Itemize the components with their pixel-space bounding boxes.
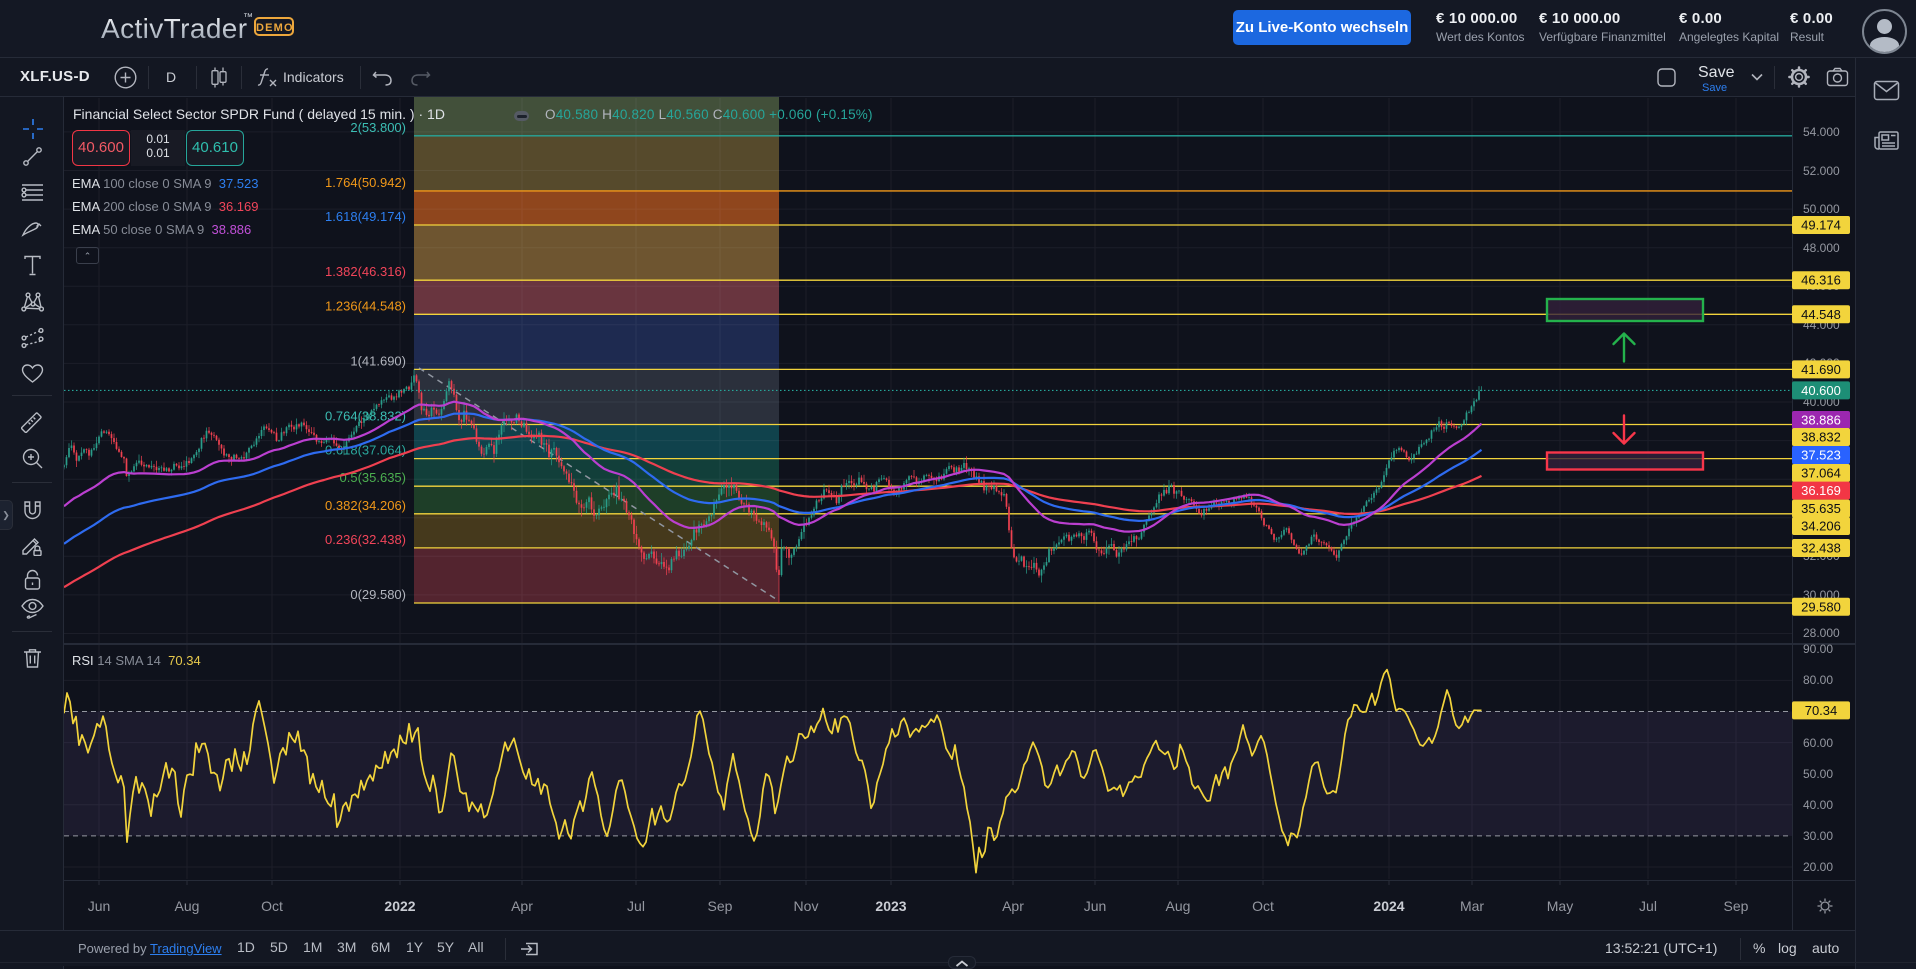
svg-text:41.690: 41.690	[1801, 362, 1841, 377]
svg-text:0.236(32.438): 0.236(32.438)	[325, 532, 406, 547]
svg-text:48.000: 48.000	[1803, 241, 1840, 255]
svg-text:Mar: Mar	[1460, 898, 1484, 914]
svg-text:49.174: 49.174	[1801, 218, 1841, 233]
svg-text:Jul: Jul	[627, 898, 645, 914]
svg-text:34.206: 34.206	[1801, 519, 1841, 534]
svg-text:Sep: Sep	[708, 898, 733, 914]
svg-text:36.169: 36.169	[1801, 483, 1841, 498]
svg-text:Jun: Jun	[1084, 898, 1107, 914]
svg-text:38.832: 38.832	[1801, 430, 1841, 445]
svg-text:Sep: Sep	[1724, 898, 1749, 914]
svg-text:32.438: 32.438	[1801, 541, 1841, 556]
svg-text:50.00: 50.00	[1803, 767, 1833, 781]
svg-text:Oct: Oct	[261, 898, 283, 914]
svg-text:29.580: 29.580	[1801, 599, 1841, 614]
svg-text:35.635: 35.635	[1801, 501, 1841, 516]
svg-text:30.00: 30.00	[1803, 829, 1833, 843]
svg-text:Apr: Apr	[511, 898, 533, 914]
svg-text:2022: 2022	[384, 898, 415, 914]
svg-text:2024: 2024	[1373, 898, 1404, 914]
svg-text:2023: 2023	[875, 898, 906, 914]
svg-text:54.000: 54.000	[1803, 125, 1840, 139]
svg-text:0.382(34.206): 0.382(34.206)	[325, 498, 406, 513]
svg-text:0.764(38.832): 0.764(38.832)	[325, 409, 406, 424]
svg-text:1.764(50.942): 1.764(50.942)	[325, 175, 406, 190]
svg-text:0(29.580): 0(29.580)	[350, 587, 406, 602]
svg-text:28.000: 28.000	[1803, 626, 1840, 640]
svg-text:Aug: Aug	[1166, 898, 1191, 914]
svg-text:80.00: 80.00	[1803, 673, 1833, 687]
svg-text:Apr: Apr	[1002, 898, 1024, 914]
svg-text:1.236(44.548): 1.236(44.548)	[325, 298, 406, 313]
svg-text:Jul: Jul	[1639, 898, 1657, 914]
svg-text:70.34: 70.34	[1805, 703, 1838, 718]
svg-text:40.600: 40.600	[1801, 383, 1841, 398]
svg-text:52.000: 52.000	[1803, 164, 1840, 178]
svg-text:38.886: 38.886	[1801, 413, 1841, 428]
svg-text:Oct: Oct	[1252, 898, 1274, 914]
svg-text:May: May	[1547, 898, 1573, 914]
svg-text:46.316: 46.316	[1801, 273, 1841, 288]
svg-text:50.000: 50.000	[1803, 202, 1840, 216]
svg-text:1(41.690): 1(41.690)	[350, 353, 406, 368]
svg-text:Jun: Jun	[88, 898, 111, 914]
svg-text:20.00: 20.00	[1803, 860, 1833, 874]
svg-text:1.382(46.316): 1.382(46.316)	[325, 264, 406, 279]
svg-text:44.548: 44.548	[1801, 307, 1841, 322]
svg-text:37.523: 37.523	[1801, 448, 1841, 463]
svg-text:90.00: 90.00	[1803, 642, 1833, 656]
svg-text:2(53.800): 2(53.800)	[350, 120, 406, 135]
svg-text:Nov: Nov	[794, 898, 819, 914]
svg-text:Aug: Aug	[175, 898, 200, 914]
svg-text:40.00: 40.00	[1803, 798, 1833, 812]
svg-text:1.618(49.174): 1.618(49.174)	[325, 209, 406, 224]
svg-text:37.064: 37.064	[1801, 466, 1841, 481]
svg-text:60.00: 60.00	[1803, 736, 1833, 750]
